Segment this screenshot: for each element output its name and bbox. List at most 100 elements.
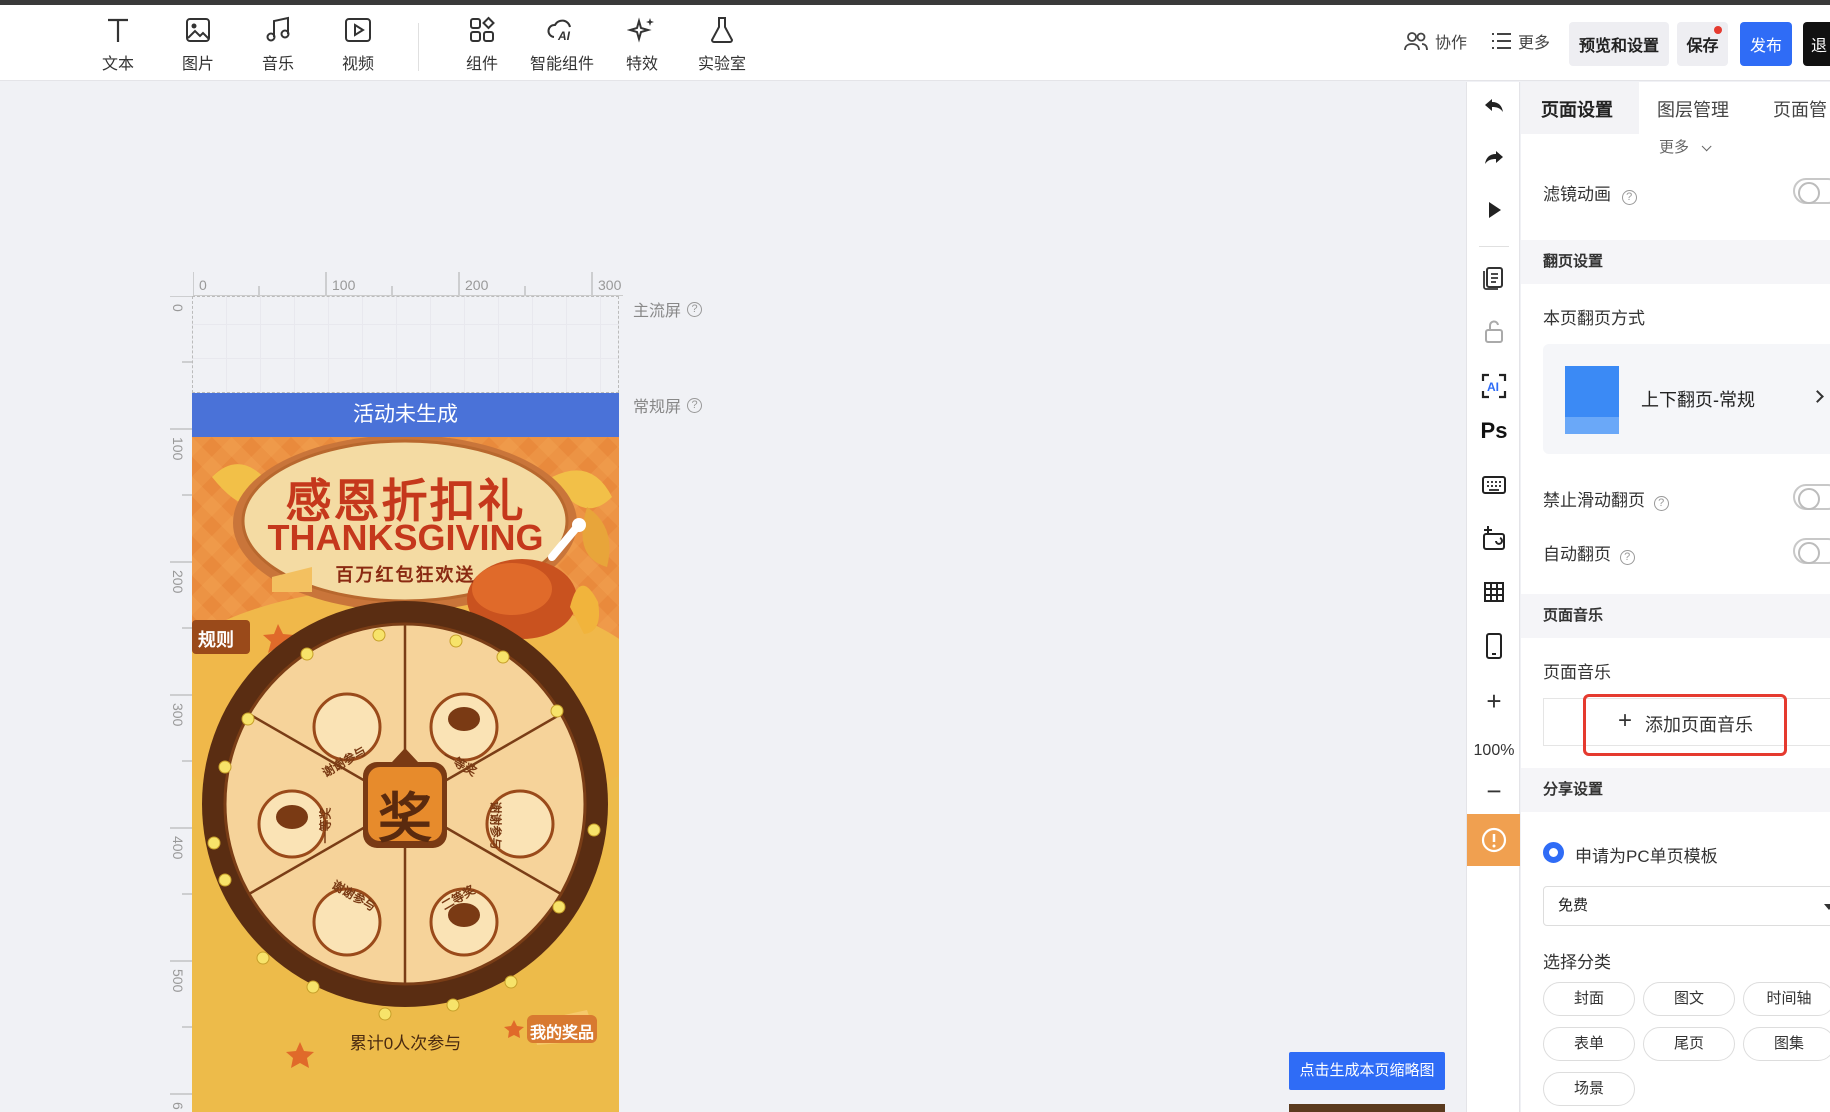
tool-ai-components-label: 智能组件 <box>529 56 594 73</box>
auto-flip-label: 自动翻页 ? <box>1543 540 1635 565</box>
photoshop-import-button[interactable]: Ps <box>1467 418 1521 444</box>
tool-lab[interactable]: 实验室 <box>687 15 757 74</box>
pages-button[interactable] <box>1467 264 1521 295</box>
tool-ai-components[interactable]: AI 智能组件 <box>527 15 597 74</box>
main-screen-label: 主流屏 ? <box>633 297 703 321</box>
generate-thumbnail-button[interactable]: 点击生成本页缩略图 <box>1289 1052 1445 1090</box>
art-subtitle: THANKSGIVING <box>267 517 544 558</box>
zoom-in-button[interactable]: + <box>1467 686 1521 717</box>
tool-music[interactable]: 音乐 <box>243 15 313 74</box>
users-icon <box>1404 32 1428 51</box>
image-icon <box>186 18 210 42</box>
ruler-v-0: 0 <box>170 304 186 312</box>
tab-layer-management[interactable]: 图层管理 <box>1657 96 1729 122</box>
play-button[interactable] <box>1467 198 1521 227</box>
tool-video[interactable]: 视频 <box>323 15 393 74</box>
tool-text-label: 文本 <box>101 56 134 73</box>
category-chip[interactable]: 图文 <box>1643 982 1735 1016</box>
ai-button[interactable]: AI <box>1467 372 1521 405</box>
device-preview-button[interactable] <box>1467 632 1521 665</box>
tool-image-label: 图片 <box>181 56 214 73</box>
pc-template-radio[interactable] <box>1543 842 1564 863</box>
zoom-out-button[interactable]: − <box>1467 776 1521 807</box>
tool-effects-label: 特效 <box>625 56 658 73</box>
phone-preview[interactable]: 活动未生成 感恩折扣礼 THANKSGIVING 百万红包狂欢送 规则 谢谢参与… <box>192 296 619 1112</box>
music-icon <box>266 16 290 42</box>
category-chip[interactable]: 封面 <box>1543 982 1635 1016</box>
replace-button[interactable] <box>1467 526 1521 557</box>
normal-screen-label: 常规屏 ? <box>633 393 703 417</box>
flip-mode-card[interactable]: 上下翻页-常规 <box>1543 344 1830 454</box>
help-icon[interactable]: ? <box>1653 496 1669 511</box>
redo-icon <box>1485 151 1503 164</box>
undo-button[interactable] <box>1467 94 1521 123</box>
collab-button[interactable]: 协作 <box>1403 29 1467 53</box>
auto-flip-text: 自动翻页 <box>1543 545 1611 564</box>
tool-effects[interactable]: 特效 <box>607 15 677 74</box>
tabs-more-dropdown[interactable]: 更多 <box>1659 136 1712 157</box>
redo-button[interactable] <box>1467 146 1521 175</box>
main-screen-text: 主流屏 <box>633 303 682 320</box>
category-chip[interactable]: 尾页 <box>1643 1027 1735 1061</box>
undo-icon <box>1485 99 1503 112</box>
caret-down-icon <box>1824 904 1830 910</box>
warning-button[interactable] <box>1467 814 1520 866</box>
collab-label: 协作 <box>1435 35 1468 52</box>
help-icon[interactable]: ? <box>1619 550 1635 565</box>
thumbnail-preview <box>1289 1104 1445 1112</box>
price-select-value: 免费 <box>1558 897 1589 914</box>
publish-button[interactable]: 发布 <box>1740 22 1792 66</box>
grid-button[interactable] <box>1467 580 1521 609</box>
more-button[interactable]: 更多 <box>1490 29 1550 53</box>
tool-components[interactable]: 组件 <box>447 15 517 74</box>
tab-page-settings[interactable]: 页面设置 <box>1541 96 1613 122</box>
vertical-toolbar: AI Ps + 100% − <box>1466 82 1520 1112</box>
draw-button[interactable]: 奖 <box>368 774 442 853</box>
category-chip[interactable]: 图集 <box>1743 1027 1830 1061</box>
help-icon[interactable]: ? <box>687 397 703 413</box>
pages-icon <box>1483 267 1503 290</box>
filter-animation-text: 滤镜动画 <box>1543 185 1611 204</box>
disable-swipe-toggle[interactable] <box>1793 484 1830 510</box>
ruler-v-500: 500 <box>170 969 186 993</box>
slice-label-3: 谢谢参与 <box>488 801 503 850</box>
category-label: 选择分类 <box>1543 953 1611 972</box>
activity-status-banner: 活动未生成 <box>192 393 619 437</box>
lottery-page-artwork[interactable]: 感恩折扣礼 THANKSGIVING 百万红包狂欢送 规则 谢谢参与 一等奖 谢… <box>192 437 619 1112</box>
filter-animation-toggle[interactable] <box>1793 178 1830 204</box>
help-icon[interactable]: ? <box>1621 190 1637 205</box>
flip-mode-value: 上下翻页-常规 <box>1641 390 1755 410</box>
category-chip[interactable]: 时间轴 <box>1743 982 1830 1016</box>
ruler-ticks-h <box>193 272 623 296</box>
highlight-box <box>1583 694 1787 756</box>
zoom-level: 100% <box>1473 742 1515 759</box>
unsaved-dot <box>1714 26 1722 34</box>
help-icon[interactable]: ? <box>687 301 703 317</box>
auto-flip-toggle[interactable] <box>1793 538 1830 564</box>
pc-template-label: 申请为PC单页模板 <box>1575 847 1718 866</box>
category-chip[interactable]: 表单 <box>1543 1027 1635 1061</box>
price-select[interactable]: 免费 <box>1543 886 1830 926</box>
disable-swipe-text: 禁止滑动翻页 <box>1543 491 1645 510</box>
keyboard-button[interactable] <box>1467 474 1521 501</box>
rules-button[interactable]: 规则 <box>198 626 234 652</box>
ai-icon: AI <box>1481 373 1507 399</box>
lock-icon <box>1485 320 1503 343</box>
vertical-ruler: 0 100 200 300 400 500 6 <box>170 296 192 1112</box>
svg-text:AI: AI <box>557 29 571 43</box>
play-icon <box>1489 202 1501 218</box>
lock-button[interactable] <box>1467 318 1521 349</box>
flask-icon <box>710 17 734 43</box>
phone-icon <box>1486 633 1502 659</box>
horizontal-ruler: 0 100 200 300 <box>193 272 623 296</box>
exit-button[interactable]: 退 <box>1803 22 1830 66</box>
ruler-h-100: 100 <box>332 277 356 293</box>
components-icon <box>470 16 495 42</box>
preview-settings-button[interactable]: 预览和设置 <box>1569 22 1669 66</box>
tool-image[interactable]: 图片 <box>163 15 233 74</box>
tool-text[interactable]: 文本 <box>83 15 153 74</box>
save-button[interactable]: 保存 <box>1677 22 1728 66</box>
category-chip[interactable]: 场景 <box>1543 1072 1635 1106</box>
tab-page-management[interactable]: 页面管 <box>1773 96 1827 122</box>
ruler-h-300: 300 <box>598 277 622 293</box>
